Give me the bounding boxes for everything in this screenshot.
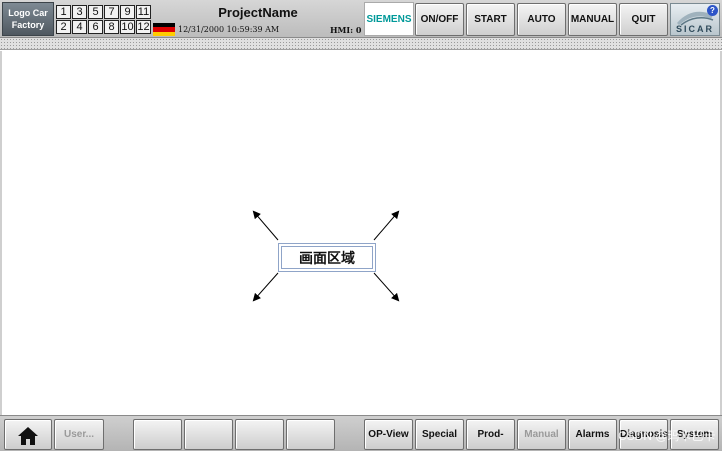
auto-button[interactable]: AUTO bbox=[517, 3, 566, 36]
on-off-button[interactable]: ON/OFF bbox=[415, 3, 464, 36]
screen-button-8[interactable]: 8 bbox=[104, 20, 119, 34]
logo-line1: Logo Car bbox=[8, 8, 48, 18]
sicar-text: SICAR bbox=[675, 24, 714, 34]
empty-softkey-3[interactable] bbox=[235, 419, 284, 450]
screen-button-11[interactable]: 11 bbox=[136, 5, 151, 19]
watermark-text: CSDN @玛卡巴卡 bbox=[618, 429, 716, 443]
screen-button-5[interactable]: 5 bbox=[88, 5, 103, 19]
screen-area-label: 画面区域 bbox=[278, 243, 376, 272]
screen-area bbox=[0, 51, 722, 415]
screen-button-10[interactable]: 10 bbox=[120, 20, 135, 34]
project-name: ProjectName bbox=[218, 5, 298, 20]
screen-area-label-text: 画面区域 bbox=[281, 246, 373, 269]
german-flag-icon[interactable] bbox=[153, 23, 175, 36]
home-button[interactable] bbox=[4, 419, 52, 450]
screen-button-9[interactable]: 9 bbox=[120, 5, 135, 19]
manual-mode-button[interactable]: MANUAL bbox=[568, 3, 617, 36]
header-bar: Logo Car Factory 1 3 5 7 9 11 2 4 6 8 10… bbox=[0, 0, 722, 38]
screen-button-7[interactable]: 7 bbox=[104, 5, 119, 19]
screen-button-4[interactable]: 4 bbox=[72, 20, 87, 34]
sicar-logo: SICAR ? bbox=[670, 3, 720, 36]
siemens-logo: SIEMENS bbox=[364, 2, 414, 36]
empty-softkey-1[interactable] bbox=[133, 419, 182, 450]
special-button[interactable]: Special bbox=[415, 419, 464, 450]
hmi-status: HMI: 0 bbox=[330, 25, 362, 35]
quit-button[interactable]: QUIT bbox=[619, 3, 668, 36]
manual-button[interactable]: Manual bbox=[517, 419, 566, 450]
date-time: 12/31/2000 10:59:39 AM bbox=[178, 25, 280, 34]
screen-button-1[interactable]: 1 bbox=[56, 5, 71, 19]
screen-button-3[interactable]: 3 bbox=[72, 5, 87, 19]
help-icon[interactable]: ? bbox=[707, 5, 718, 16]
start-button[interactable]: START bbox=[466, 3, 515, 36]
screen-button-6[interactable]: 6 bbox=[88, 20, 103, 34]
screen-number-grid: 1 3 5 7 9 11 2 4 6 8 10 12 bbox=[56, 4, 152, 34]
screen-button-12[interactable]: 12 bbox=[136, 20, 151, 34]
empty-softkey-2[interactable] bbox=[184, 419, 233, 450]
header-separator bbox=[0, 38, 722, 50]
flag-stripe bbox=[153, 31, 175, 36]
footer-bar: User... OP-View Special Prod-Data Manual… bbox=[0, 415, 722, 451]
logo-car-factory[interactable]: Logo Car Factory bbox=[2, 2, 54, 36]
logo-line2: Factory bbox=[11, 20, 45, 30]
user-button[interactable]: User... bbox=[54, 419, 104, 450]
empty-softkey-4[interactable] bbox=[286, 419, 335, 450]
op-view-button[interactable]: OP-View bbox=[364, 419, 413, 450]
home-icon bbox=[18, 426, 38, 445]
screen-button-2[interactable]: 2 bbox=[56, 20, 71, 34]
prod-data-button[interactable]: Prod-Data bbox=[466, 419, 515, 450]
alarms-button[interactable]: Alarms bbox=[568, 419, 617, 450]
